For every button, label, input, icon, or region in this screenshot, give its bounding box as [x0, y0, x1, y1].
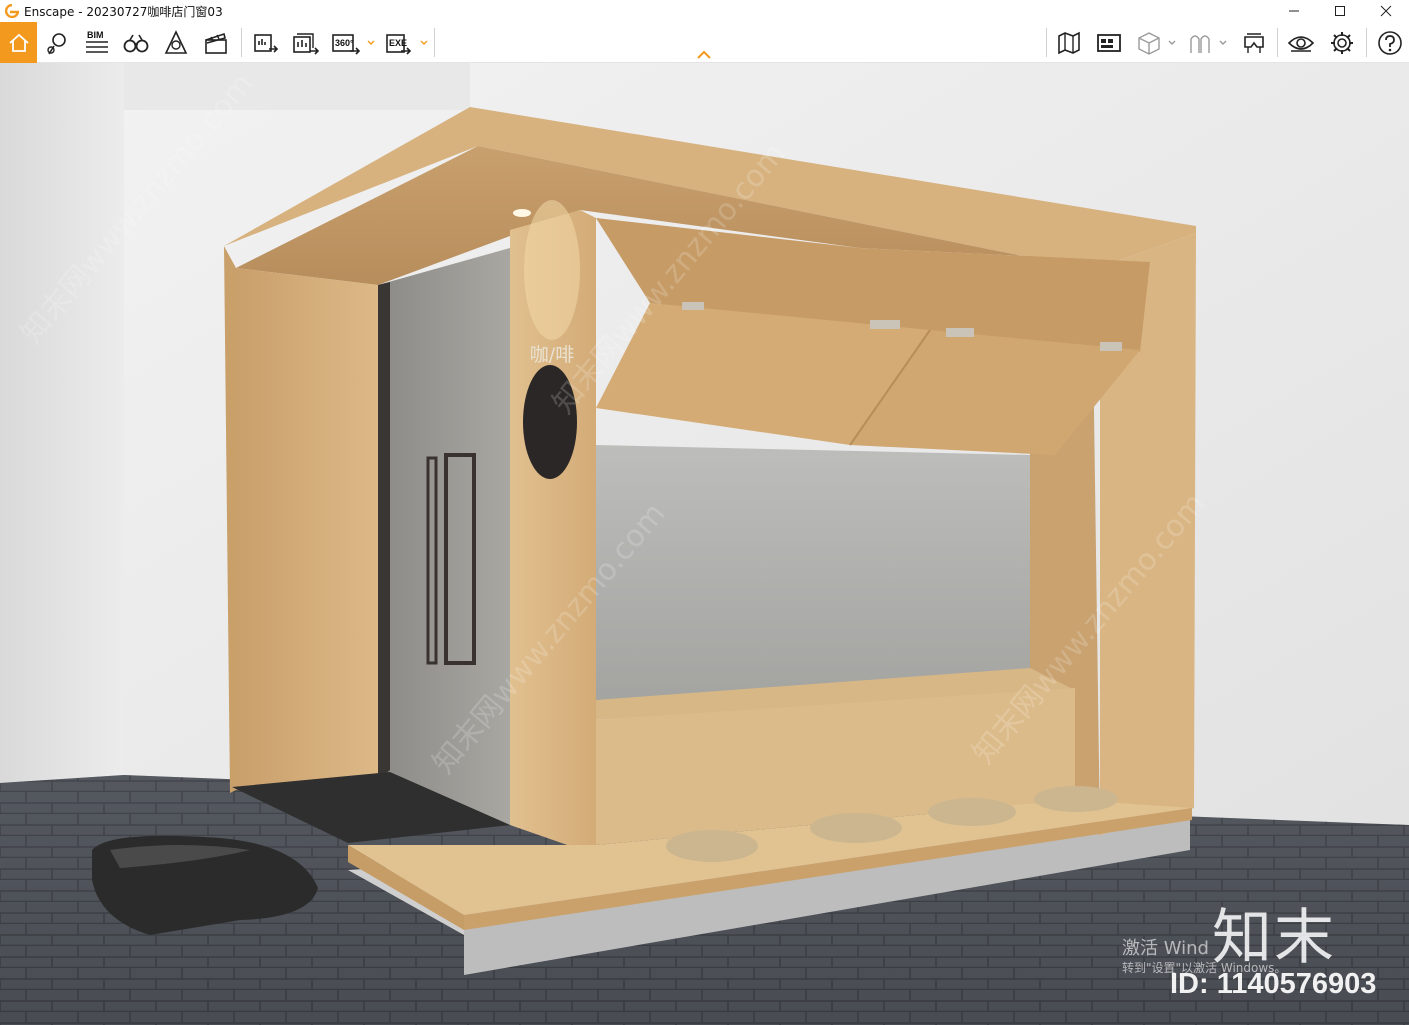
bim-button[interactable]: BIM [78, 22, 114, 63]
export-360-dropdown[interactable] [366, 22, 376, 63]
views-button[interactable] [39, 22, 75, 63]
wall-shadow [124, 63, 470, 110]
map-view-icon [1058, 31, 1080, 54]
bim-label: BIM [87, 30, 104, 40]
hinge-4 [1100, 342, 1122, 351]
toolbar-divider [1046, 28, 1047, 57]
export-exe-dropdown[interactable] [419, 22, 429, 63]
export-360-label: 360° [335, 38, 354, 48]
help-button[interactable] [1372, 22, 1408, 63]
batch-render-button[interactable] [287, 22, 323, 63]
gear-icon [1331, 31, 1353, 54]
batch-render-icon [254, 33, 279, 53]
vr-headset-icon [1244, 32, 1264, 53]
left-wall [0, 63, 124, 783]
toolbar-divider [241, 28, 242, 57]
visual-settings-button[interactable] [1283, 22, 1319, 63]
settings-button[interactable] [1324, 22, 1360, 63]
chevron-up-icon [697, 50, 711, 59]
map-pin-icon [47, 32, 66, 54]
title-bar: Enscape - 20230727咖啡店门窗03 [0, 0, 1409, 22]
downlight-glow [524, 200, 580, 340]
windows-activation-title: 激活 Wind [1122, 938, 1209, 959]
export-exe-button[interactable]: EXE [381, 22, 417, 63]
export-exe-label: EXE [389, 38, 407, 48]
render-image-button[interactable] [247, 22, 283, 63]
image-id-label: ID: 1140576903 [1170, 968, 1377, 1000]
clapperboard-icon [205, 32, 227, 54]
light-view-button[interactable] [158, 22, 194, 63]
seat-cushion-1 [666, 830, 758, 862]
chevron-down-icon [1219, 40, 1227, 45]
maximize-button[interactable] [1317, 0, 1363, 22]
maximize-icon [1335, 6, 1345, 16]
hinge-2 [870, 320, 900, 329]
visual-settings-icon [1287, 35, 1315, 52]
help-icon [1378, 30, 1402, 55]
chevron-down-icon [1168, 40, 1176, 45]
ceiling-downlight [513, 209, 531, 217]
upload-dropdown[interactable] [1218, 22, 1228, 63]
chevron-down-icon [367, 40, 375, 45]
chevron-down-icon [420, 40, 428, 45]
bell-cone-icon [164, 29, 188, 54]
render-panorama-icon [293, 32, 320, 55]
seat-cushion-3 [928, 798, 1016, 826]
export-360-icon: 360° [332, 33, 361, 55]
hinge-1 [682, 302, 704, 310]
orthographic-button[interactable] [118, 22, 154, 63]
export-360-button[interactable]: 360° [328, 22, 364, 63]
cube-icon [1138, 31, 1160, 55]
asset-library-button[interactable] [1091, 22, 1127, 63]
asset-library-icon [1097, 33, 1121, 52]
close-button[interactable] [1363, 0, 1409, 22]
kiosk-left-face [236, 268, 378, 790]
toolbar-divider [1277, 28, 1278, 57]
hinge-3 [946, 328, 974, 337]
seat-cushion-4 [1034, 786, 1118, 812]
map-view-button[interactable] [1051, 22, 1087, 63]
video-editor-button[interactable] [198, 22, 234, 63]
vr-headset-button[interactable] [1236, 22, 1272, 63]
minimize-icon [1289, 10, 1299, 12]
bim-icon: BIM [86, 30, 108, 53]
binoculars-icon [123, 34, 149, 52]
window-controls [1271, 0, 1409, 22]
window-title: Enscape - 20230727咖啡店门窗03 [24, 4, 223, 19]
people-icon [1190, 34, 1210, 53]
upload-button[interactable] [1182, 22, 1218, 63]
toolbar-divider [1366, 28, 1367, 57]
collapse-toolbar-button[interactable] [694, 48, 714, 62]
render-viewport[interactable]: 咖/啡 知末网www.znzmo.com 知末网www.znzmo.com 知末… [0, 63, 1409, 1025]
minimize-button[interactable] [1271, 0, 1317, 22]
enscape-logo-icon [5, 4, 19, 18]
toolbar-divider [434, 28, 435, 57]
export-exe-icon: EXE [386, 33, 412, 55]
main-toolbar: BIM 360° EXE [0, 22, 1409, 63]
material-dropdown[interactable] [1167, 22, 1177, 63]
close-icon [1380, 5, 1392, 17]
seat-cushion-2 [810, 813, 902, 843]
home-icon [8, 33, 29, 52]
door-frame-left [378, 282, 390, 780]
material-editor-button[interactable] [1131, 22, 1167, 63]
home-button[interactable] [0, 22, 37, 63]
